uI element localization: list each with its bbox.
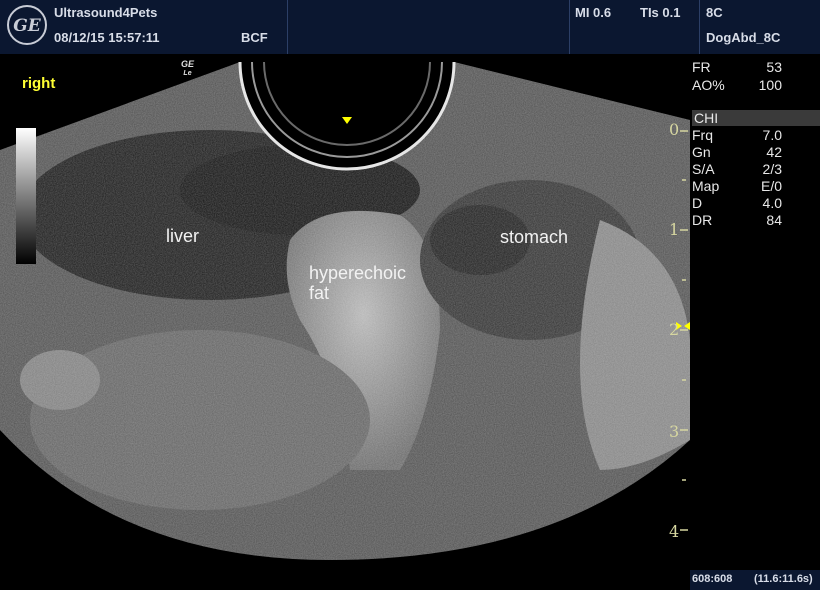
header-bar: GE Ultrasound4Pets 08/12/15 15:57:11 BCF…	[0, 0, 820, 54]
param-label: D	[692, 195, 703, 211]
cine-status-bar: 608:608 (11.6:11.6s)	[690, 570, 820, 590]
brand-text: Ultrasound4Pets	[54, 5, 158, 20]
depth-label: 2	[669, 320, 680, 339]
depth-label: 0	[669, 120, 680, 139]
param-value: 7.0	[762, 127, 782, 143]
param-value: 84	[766, 212, 782, 228]
param-value: 4.0	[762, 195, 782, 211]
mechanical-index: MI 0.6	[575, 5, 612, 20]
header-divider	[287, 0, 570, 54]
probe-name: 8C	[706, 5, 723, 20]
ao-label: AO%	[692, 77, 725, 93]
param-label: Map	[692, 178, 720, 194]
cine-time: (11.6:11.6s)	[754, 573, 813, 585]
param-value: 42	[766, 144, 782, 160]
depth-label: 3	[669, 422, 680, 441]
param-value: E/0	[760, 178, 782, 194]
depth-label: 4	[669, 522, 680, 541]
ao-value: 100	[758, 77, 782, 93]
annotation-liver: liver	[166, 226, 200, 246]
annotation-fat: fat	[309, 283, 330, 303]
preset-name: DogAbd_8C	[706, 30, 781, 45]
fr-value: 53	[766, 59, 782, 75]
ultrasound-image	[0, 61, 690, 560]
operator-id: BCF	[241, 30, 268, 45]
annotation-hyperechoic: hyperechoic	[309, 263, 407, 283]
param-value: 2/3	[762, 161, 782, 177]
grayscale-bar	[16, 128, 36, 264]
probe-logo-text: GE Le	[181, 59, 195, 78]
thermal-index: TIs 0.1	[640, 5, 681, 20]
mode-chi: CHI	[692, 110, 820, 126]
date-time: 08/12/15 15:57:11	[54, 30, 160, 45]
ge-logo-icon: GE	[7, 5, 47, 45]
orientation-label: right	[22, 75, 56, 92]
param-label: Frq	[692, 127, 713, 143]
cine-frames: 608:608	[692, 573, 733, 585]
param-label: DR	[692, 212, 713, 228]
param-label: Gn	[692, 144, 711, 160]
fr-label: FR	[692, 59, 711, 75]
depth-label: 1	[669, 220, 680, 239]
param-label: S/A	[692, 161, 715, 177]
annotation-stomach: stomach	[500, 227, 569, 247]
focus-marker-icon	[342, 117, 352, 124]
